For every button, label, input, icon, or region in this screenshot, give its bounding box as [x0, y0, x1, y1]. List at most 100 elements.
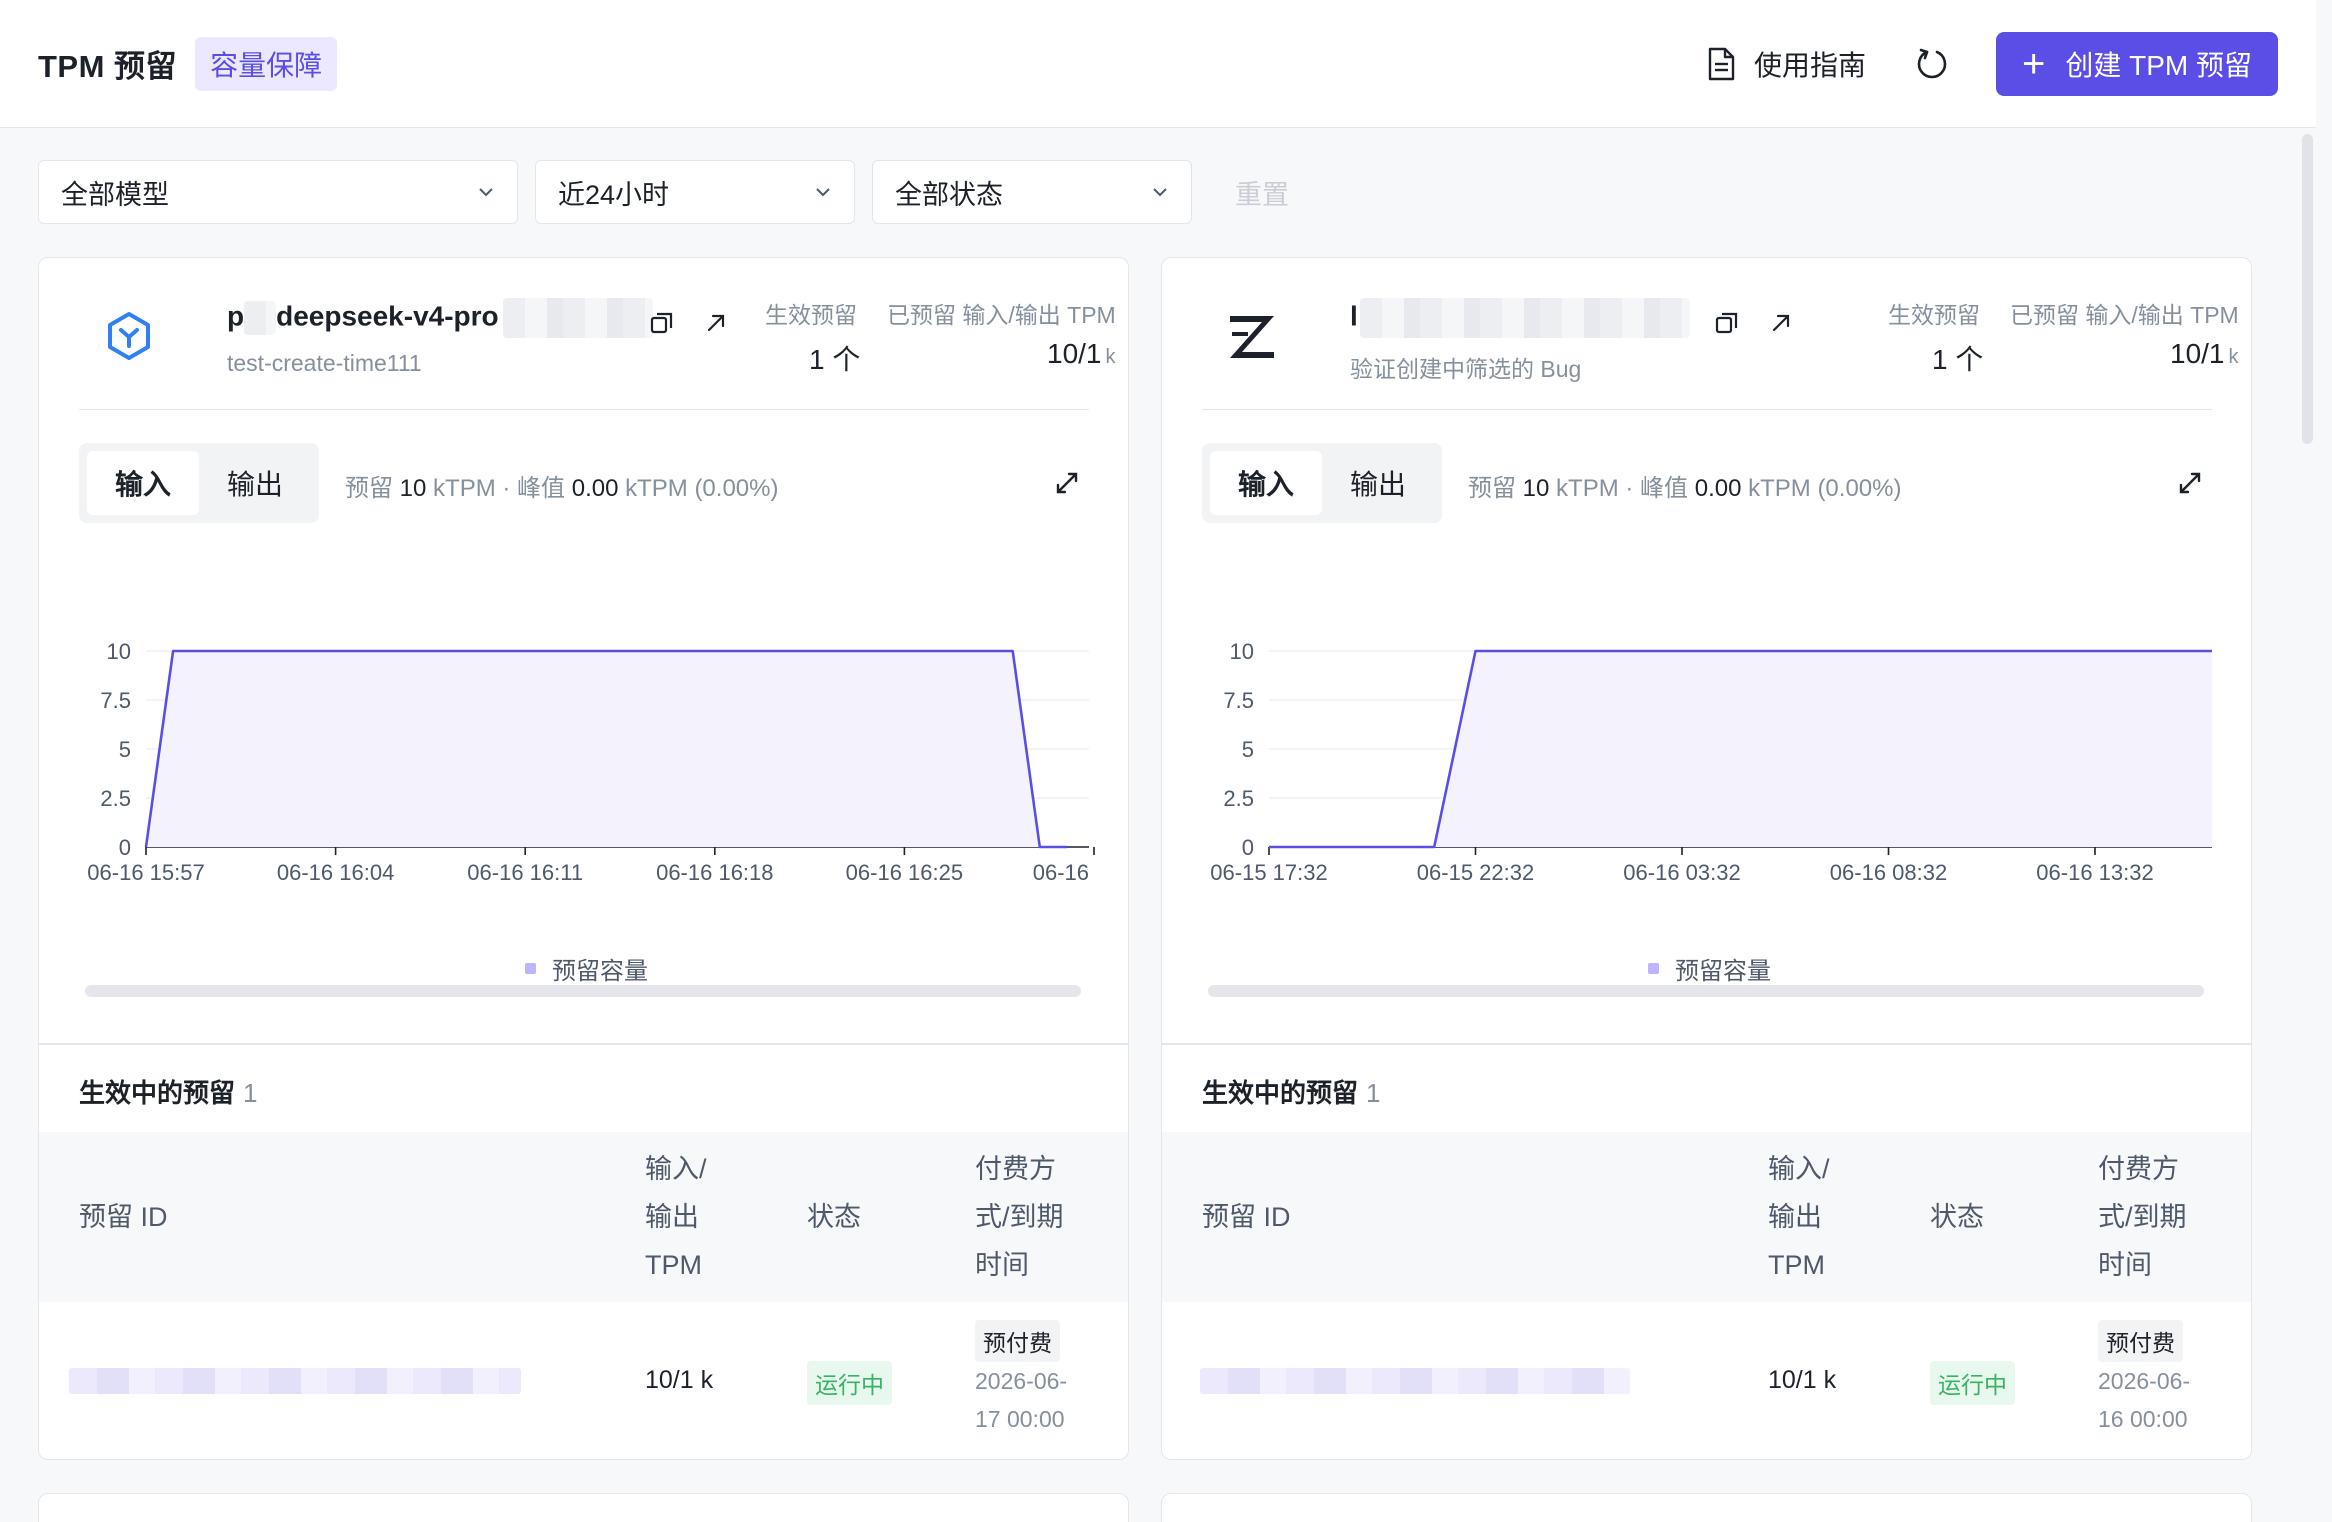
refresh-button[interactable]: [1912, 44, 1952, 84]
chart-horizontal-scrollbar[interactable]: [1208, 985, 2204, 997]
peak-info: 预留 10 kTPM · 峰值 0.00 kTPM (0.00%): [345, 468, 778, 503]
tpm-value: 10/1: [2170, 338, 2225, 369]
deepseek-logo-icon: [108, 312, 150, 360]
y-tick-label: 0: [1242, 835, 1254, 860]
document-icon: [1708, 47, 1735, 80]
section-title: 生效中的预留 1: [79, 1073, 257, 1110]
time-range-select[interactable]: 近24小时: [535, 160, 855, 224]
usage-guide-link[interactable]: 使用指南: [1706, 44, 1866, 84]
card-actions: [1712, 308, 1820, 338]
chart-legend: 预留容量: [1648, 951, 1771, 986]
column-header-line: 时间: [975, 1250, 1029, 1280]
column-header-line: 输出: [645, 1202, 699, 1232]
page-title: TPM 预留: [38, 49, 178, 84]
column-header-pay: 付费方 式/到期 时间: [2098, 1145, 2187, 1289]
column-header-id: 预留 ID: [79, 1202, 168, 1232]
chart-horizontal-scrollbar[interactable]: [85, 985, 1081, 997]
section-count: 1: [243, 1078, 258, 1108]
column-header-line: 输出: [1768, 1202, 1822, 1232]
reserved-tpm-value: 10/1 k: [2170, 338, 2239, 370]
model-filter-select[interactable]: 全部模型: [38, 160, 518, 224]
active-reservation-label: 生效预留: [1888, 302, 1980, 328]
peak-info: 预留 10 kTPM · 峰值 0.00 kTPM (0.00%): [1468, 468, 1901, 503]
x-tick-label: 06-16 03:32: [1623, 860, 1740, 885]
y-tick-label: 2.5: [1223, 786, 1254, 811]
io-tabs: 输入 输出: [1202, 443, 1443, 523]
pay-type-badge: 预付费: [2098, 1320, 2183, 1362]
model-name-prefix: l: [1350, 300, 1358, 332]
active-reservation-value: 1 个: [1932, 344, 1984, 375]
usage-guide-label: 使用指南: [1753, 49, 1866, 81]
reset-button[interactable]: 重置: [1235, 173, 1289, 212]
model-card-0: p deepseek-v4-pro test-create-time111 生效预…: [38, 257, 1129, 1460]
tab-output[interactable]: 输出: [199, 451, 311, 515]
y-tick-label: 5: [1242, 737, 1254, 762]
tab-output[interactable]: 输出: [1322, 451, 1434, 515]
page-scrollbar-thumb[interactable]: [2302, 134, 2313, 444]
expire-line: 2026-06-: [975, 1368, 1068, 1394]
status-badge: 运行中: [807, 1361, 892, 1405]
peak-text: 预留: [1468, 475, 1516, 502]
table-row[interactable]: 10/1 k 运行中 预付费 2026-06- 17 00:00: [39, 1302, 1128, 1459]
expire-line: 17 00:00: [975, 1406, 1065, 1432]
peak-value: 0.00: [1694, 475, 1742, 502]
y-tick-label: 7.5: [1223, 688, 1254, 713]
column-header-line: 时间: [2098, 1250, 2152, 1280]
status-badge: 运行中: [1930, 1361, 2015, 1405]
status-filter-value: 全部状态: [895, 179, 1003, 210]
y-tick-label: 0: [119, 835, 131, 860]
legend-swatch: [1648, 963, 1659, 974]
column-header-line: 输入/: [645, 1154, 707, 1184]
column-header-id: 预留 ID: [1202, 1202, 1291, 1232]
legend-swatch: [525, 963, 536, 974]
legend-label: 预留容量: [1675, 958, 1771, 985]
y-tick-label: 5: [119, 737, 131, 762]
tpm-unit: k: [1105, 346, 1116, 368]
model-card-2-partial: [38, 1493, 1129, 1522]
x-tick-label: 06-16 16:18: [656, 860, 773, 885]
series-area: [146, 651, 1067, 847]
section-count: 1: [1366, 1078, 1381, 1108]
copy-icon[interactable]: [1712, 308, 1742, 338]
table-row[interactable]: 10/1 k 运行中 预付费 2026-06- 16 00:00: [1162, 1302, 2251, 1459]
copy-icon[interactable]: [647, 308, 677, 338]
status-filter-select[interactable]: 全部状态: [872, 160, 1192, 224]
column-header-tpm: 输入/ 输出 TPM: [1768, 1145, 1830, 1289]
reservation-chart: 0 2.5 5 7.5 10 06-15 17:32 06-15 22:32 06-16 03…: [1210, 639, 2212, 885]
peak-text: kTPM (0.00%): [625, 475, 779, 502]
expand-icon[interactable]: [1052, 468, 1082, 498]
open-external-icon[interactable]: [701, 308, 731, 338]
create-button-label: 创建 TPM 预留: [2065, 49, 2252, 81]
expire-time: 2026-06- 16 00:00: [2098, 1362, 2190, 1438]
expand-icon[interactable]: [2175, 468, 2205, 498]
tab-input[interactable]: 输入: [87, 451, 200, 515]
model-description: 验证创建中筛选的 Bug: [1350, 356, 1582, 382]
model-card-3-partial: [1161, 1493, 2252, 1522]
column-header-line: TPM: [645, 1250, 702, 1280]
column-header-tpm: 输入/ 输出 TPM: [645, 1145, 707, 1289]
tab-input[interactable]: 输入: [1210, 451, 1323, 515]
section-divider: [39, 1043, 1128, 1045]
row-tpm: 10/1 k: [1768, 1366, 1837, 1394]
column-header-line: 输入/: [1768, 1154, 1830, 1184]
peak-text: 预留: [345, 475, 393, 502]
y-tick-label: 2.5: [100, 786, 131, 811]
x-tick-label: 06-15 17:32: [1210, 860, 1327, 885]
open-external-icon[interactable]: [1766, 308, 1796, 338]
create-tpm-reservation-button[interactable]: + 创建 TPM 预留: [1995, 31, 2278, 96]
reservation-id-redacted[interactable]: [69, 1368, 521, 1394]
card-header: l 验证创建中筛选的 Bug 生效预留 1 个 已预留 输入/输出 TPM 10…: [1202, 258, 2239, 410]
row-tpm: 10/1 k: [645, 1366, 714, 1394]
reservation-id-redacted[interactable]: [1200, 1368, 1630, 1394]
peak-value: 0.00: [571, 475, 619, 502]
section-title-text: 生效中的预留: [1202, 1078, 1359, 1108]
reserved-tpm-value: 10/1 k: [1047, 338, 1116, 370]
capacity-badge: 容量保障: [195, 36, 338, 91]
x-tick-label: 06-16 16:11: [467, 860, 583, 885]
card-header: p deepseek-v4-pro test-create-time111 生效预…: [79, 258, 1116, 410]
x-tick-label: 06-16 16:04: [277, 860, 394, 885]
column-header-line: 式/到期: [2098, 1202, 2187, 1232]
redacted-block: [502, 298, 653, 338]
column-header-line: 付费方: [2098, 1154, 2179, 1184]
y-tick-label: 7.5: [100, 688, 131, 713]
